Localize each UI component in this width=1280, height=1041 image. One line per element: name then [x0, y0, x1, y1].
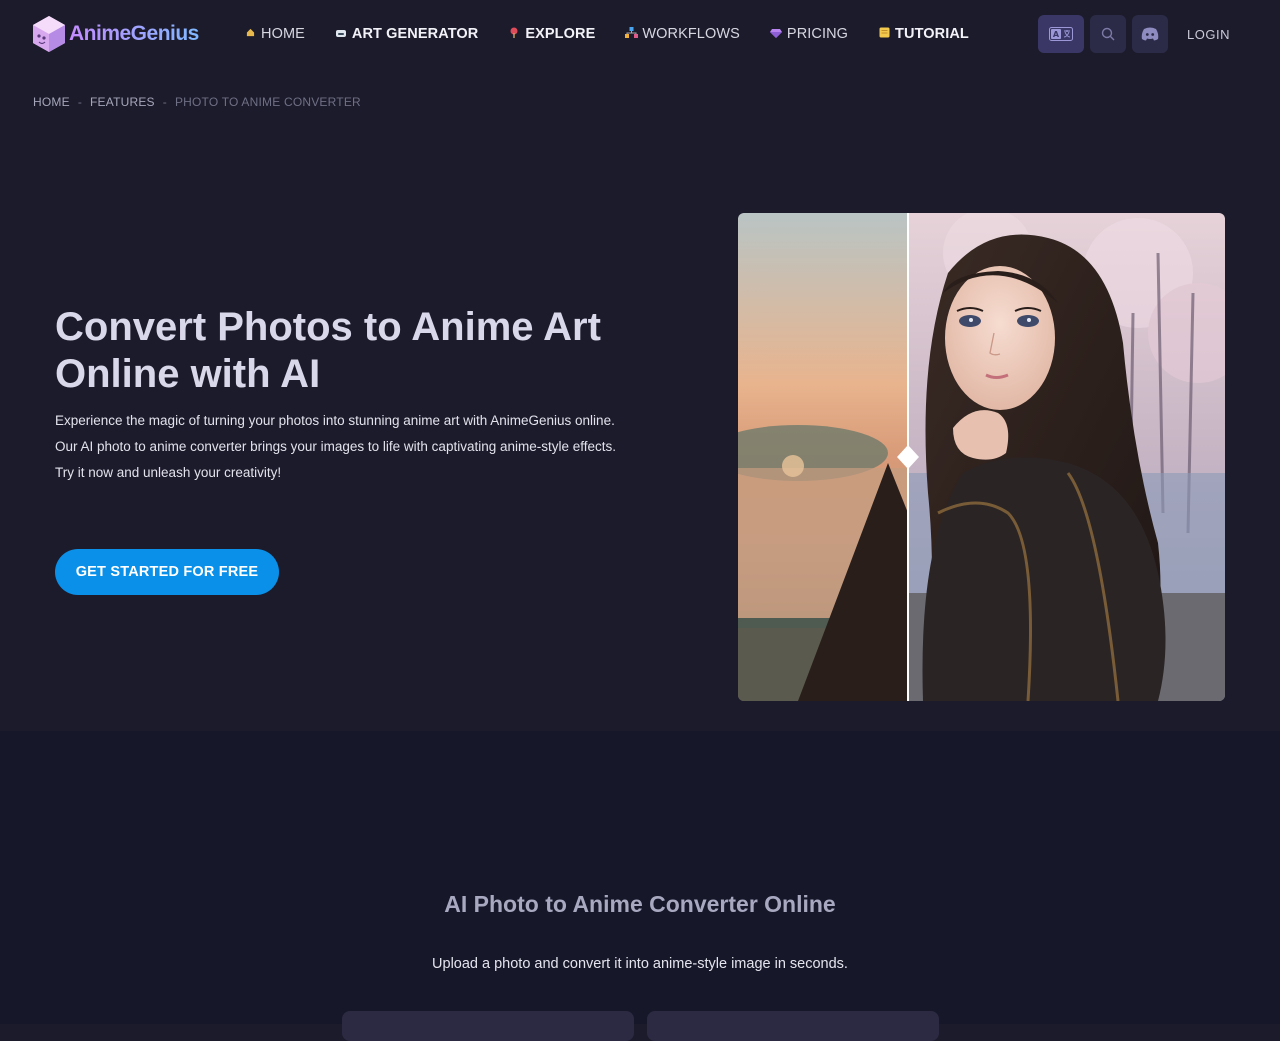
top-header: AnimeGenius HOME ART GENERATOR EXPLORE W…: [0, 0, 1280, 68]
tutorial-icon: [878, 27, 890, 41]
discord-icon: [1141, 27, 1159, 41]
breadcrumb-separator: -: [77, 95, 83, 109]
nav-label: WORKFLOWS: [642, 26, 740, 42]
brand-logo[interactable]: AnimeGenius: [31, 14, 199, 54]
page-title: Convert Photos to Anime Art Online with …: [55, 305, 601, 396]
nav-label: HOME: [261, 26, 305, 42]
nav-item-pricing[interactable]: PRICING: [769, 0, 849, 68]
section-subtitle: Upload a photo and convert it into anime…: [432, 956, 848, 972]
breadcrumb-features[interactable]: FEATURES: [90, 95, 155, 109]
breadcrumb: HOME - FEATURES - PHOTO TO ANIME CONVERT…: [33, 95, 361, 109]
breadcrumb-home[interactable]: HOME: [33, 95, 70, 109]
result-card[interactable]: [647, 1011, 939, 1041]
logo-cube-icon: [33, 16, 65, 52]
header-actions: A LOGIN: [1038, 15, 1280, 53]
comparison-image: [738, 213, 1225, 701]
search-button[interactable]: [1090, 15, 1127, 53]
nav-label: TUTORIAL: [895, 26, 969, 42]
language-button[interactable]: A: [1038, 15, 1085, 53]
breadcrumb-current: PHOTO TO ANIME CONVERTER: [174, 95, 361, 109]
nav-item-home[interactable]: HOME: [244, 0, 305, 68]
explore-pin-icon: [508, 27, 520, 42]
search-icon: [1101, 27, 1115, 41]
breadcrumb-separator: -: [162, 95, 167, 109]
converter-section: AI Photo to Anime Converter Online Uploa…: [0, 731, 1280, 1041]
section-title: AI Photo to Anime Converter Online: [444, 891, 836, 917]
upload-card[interactable]: [342, 1011, 634, 1041]
diamond-icon: [769, 28, 782, 41]
hero-description-line: Experience the magic of turning your pho…: [55, 413, 615, 428]
get-started-button[interactable]: GET STARTED FOR FREE: [55, 549, 279, 595]
nav-label: EXPLORE: [525, 26, 596, 42]
workflow-icon: [625, 26, 639, 42]
nav-item-tutorial[interactable]: TUTORIAL: [878, 0, 969, 68]
discord-button[interactable]: [1132, 15, 1169, 53]
nav-item-explore[interactable]: EXPLORE: [508, 0, 595, 68]
hero-description: Experience the magic of turning your pho…: [55, 408, 695, 486]
nav-label: ART GENERATOR: [351, 26, 479, 42]
login-link[interactable]: LOGIN: [1187, 27, 1230, 42]
home-icon: [244, 28, 256, 40]
hero-description-line: Try it now and unleash your creativity!: [55, 465, 282, 480]
nav-label: PRICING: [786, 26, 849, 42]
nav-item-art-generator[interactable]: ART GENERATOR: [335, 0, 478, 68]
brand-name: AnimeGenius: [69, 22, 199, 45]
before-after-comparison[interactable]: [738, 213, 1225, 701]
robot-icon: [335, 28, 347, 41]
main-nav: HOME ART GENERATOR EXPLORE WORKFLOWS PRI…: [244, 0, 999, 68]
hero-description-line: Our AI photo to anime converter brings y…: [55, 439, 617, 454]
translate-icon: A: [1049, 27, 1074, 41]
nav-item-workflows[interactable]: WORKFLOWS: [625, 0, 740, 68]
svg-text:A: A: [1053, 30, 1060, 39]
